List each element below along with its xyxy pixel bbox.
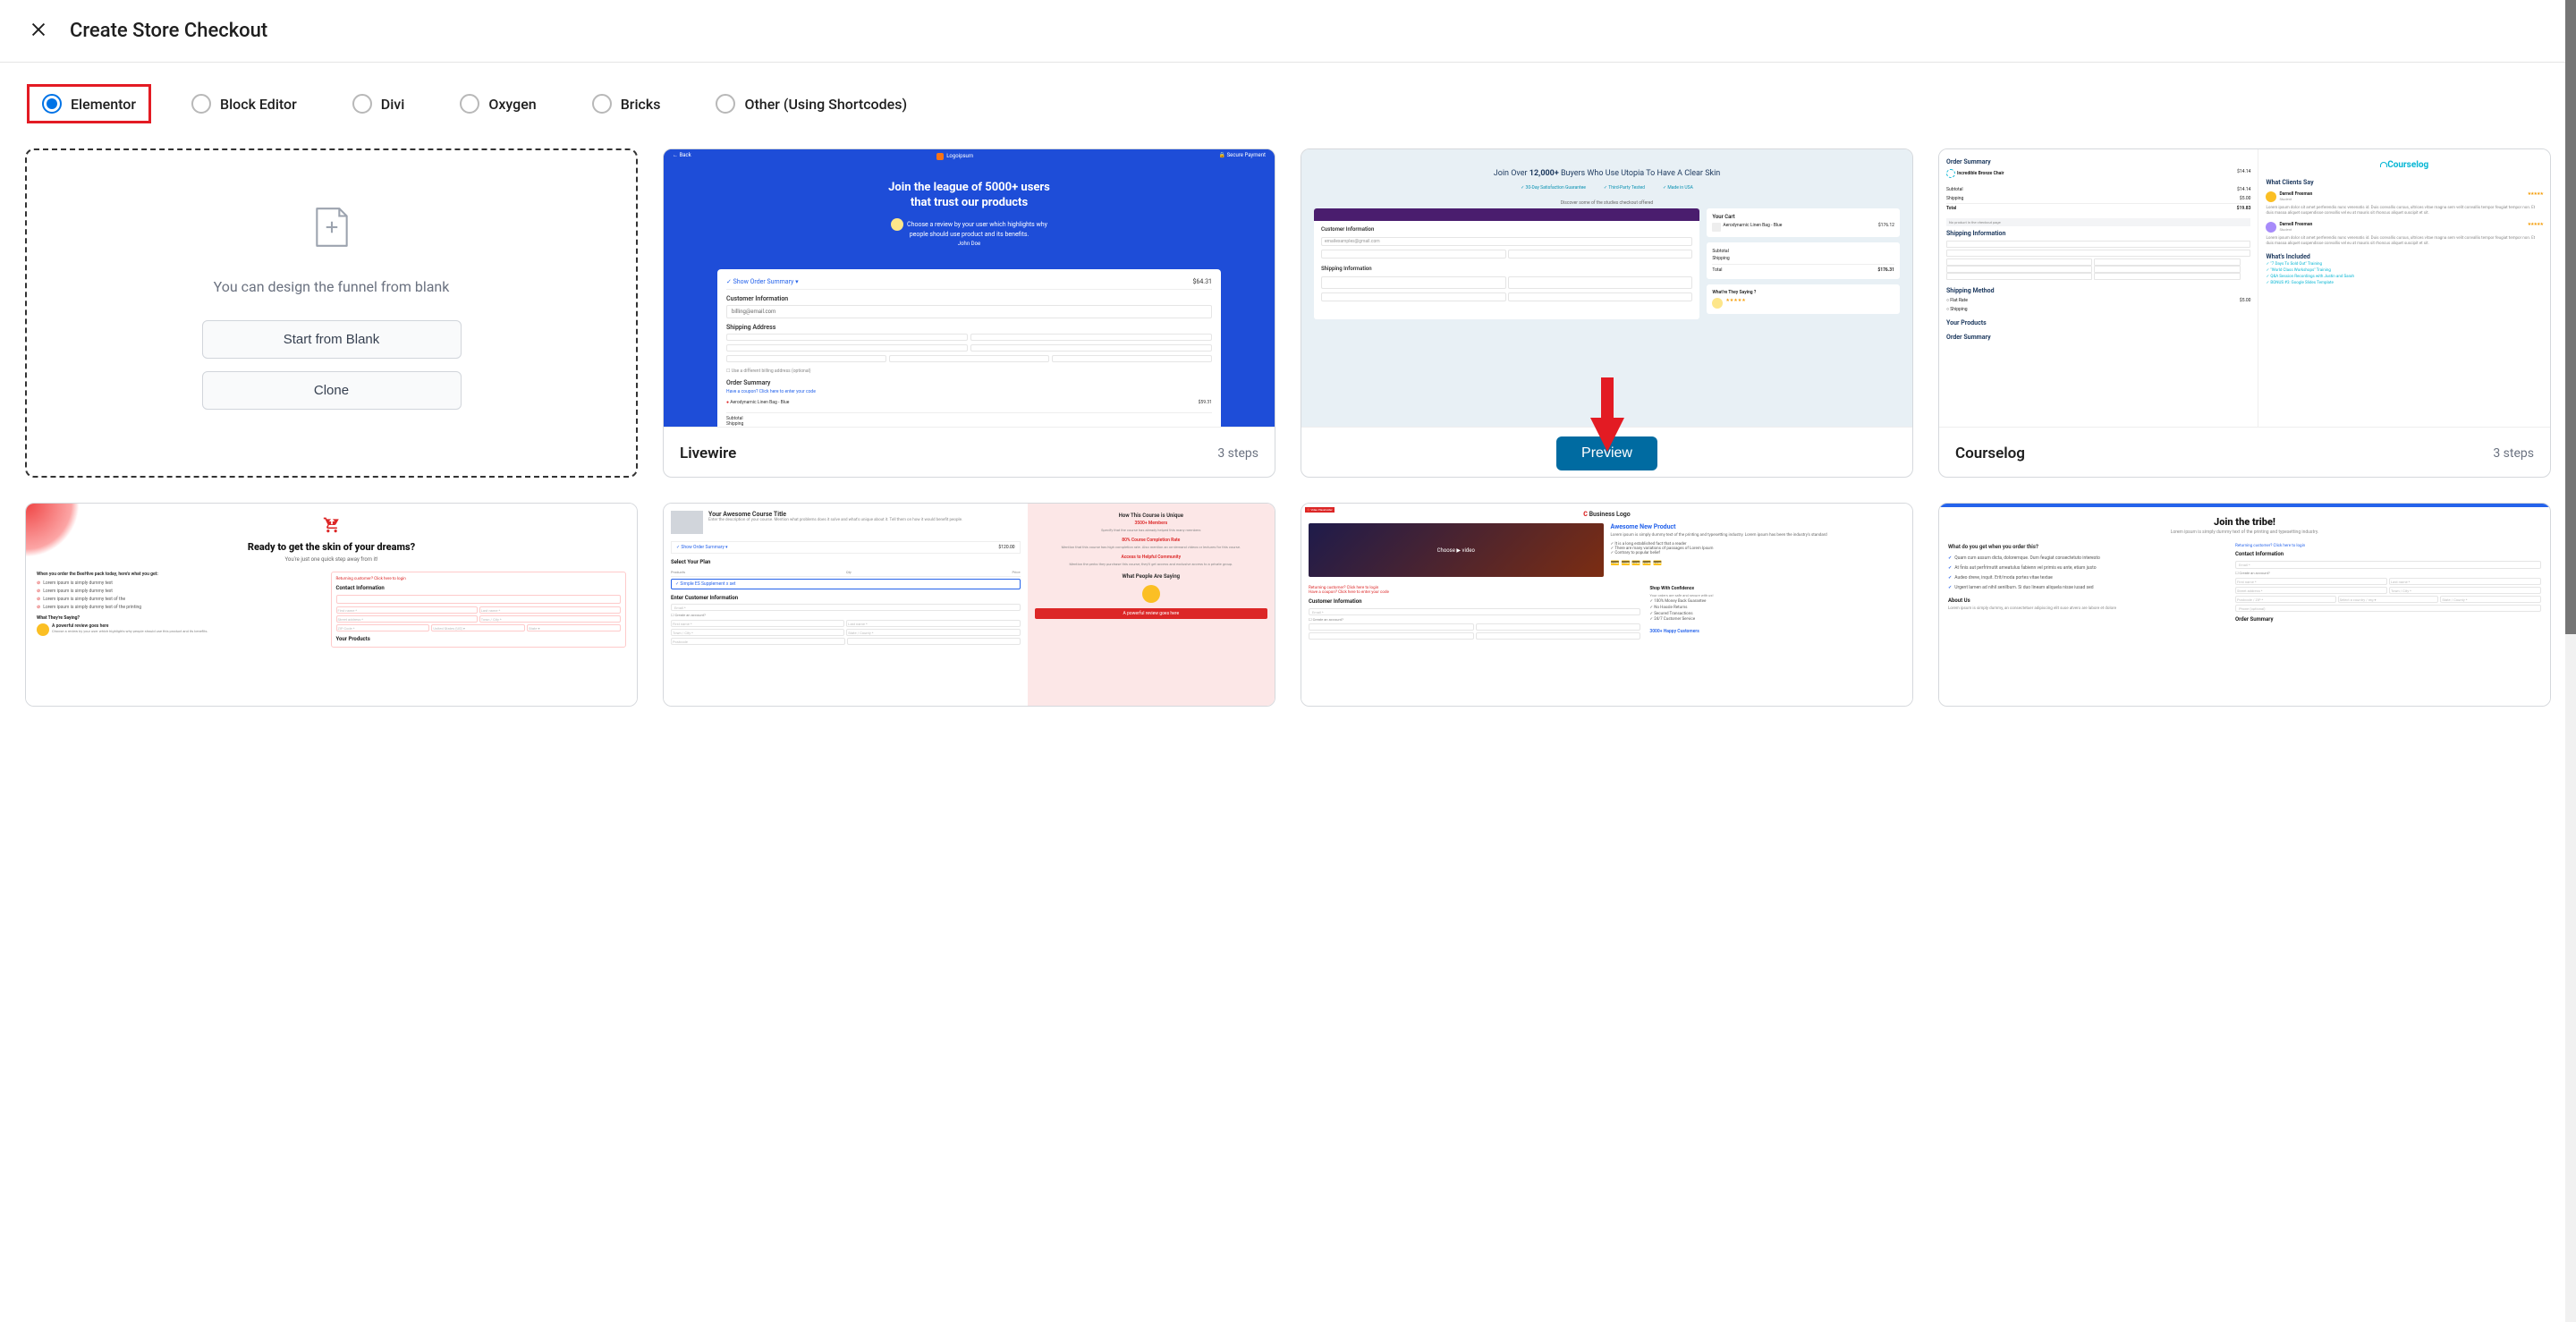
template-card-beehive[interactable]: Ready to get the skin of your dreams? Yo… xyxy=(25,503,638,707)
modal-header: Create Store Checkout xyxy=(0,0,2576,63)
page-title: Create Store Checkout xyxy=(70,20,267,42)
preview-button[interactable]: Preview xyxy=(1556,436,1657,470)
template-card-livewire[interactable]: ← Back Logoipsum 🔒 Secure Payment Join t… xyxy=(663,148,1275,478)
card-footer: Courselog 3 steps xyxy=(1939,427,2550,478)
template-steps: 3 steps xyxy=(2493,446,2534,461)
scrollbar[interactable] xyxy=(2565,0,2576,1322)
builder-tabs: Elementor Block Editor Divi Oxygen Brick… xyxy=(0,63,2576,148)
tab-oxygen[interactable]: Oxygen xyxy=(445,84,551,123)
tab-divi[interactable]: Divi xyxy=(337,84,420,123)
start-from-blank-button[interactable]: Start from Blank xyxy=(202,320,462,359)
template-preview: Join Over 12,000+ Buyers Who Use Utopia … xyxy=(1301,149,1912,427)
blank-description: You can design the funnel from blank xyxy=(214,278,450,295)
scrollbar-thumb[interactable] xyxy=(2565,0,2576,634)
tab-bricks[interactable]: Bricks xyxy=(577,84,676,123)
template-preview: ← Back Logoipsum 🔒 Secure Payment Join t… xyxy=(664,149,1275,427)
template-preview: Order Summary Incredible Bronze Chair$14… xyxy=(1939,149,2550,427)
template-card-utopia[interactable]: Join Over 12,000+ Buyers Who Use Utopia … xyxy=(1301,148,1913,478)
tab-label: Block Editor xyxy=(220,96,297,113)
radio-icon xyxy=(352,94,372,114)
tab-label: Divi xyxy=(381,96,405,113)
plus-document-icon xyxy=(309,205,354,278)
template-preview: Ready to get the skin of your dreams? Yo… xyxy=(26,504,637,707)
tab-label: Oxygen xyxy=(488,96,536,113)
template-name: Courselog xyxy=(1955,445,2025,462)
template-preview: Your Awesome Course Title Enter the desc… xyxy=(664,504,1275,707)
tab-label: Bricks xyxy=(621,96,661,113)
tab-label: Elementor xyxy=(71,96,136,113)
cart-icon xyxy=(33,511,630,538)
template-card-courselog[interactable]: Order Summary Incredible Bronze Chair$14… xyxy=(1938,148,2551,478)
tab-other[interactable]: Other (Using Shortcodes) xyxy=(700,84,922,123)
template-preview: Join the tribe! Lorem ipsum is simply du… xyxy=(1939,504,2550,707)
close-icon xyxy=(29,20,48,42)
template-preview: C Business Logo 🔴 Video Placeholder Choo… xyxy=(1301,504,1912,707)
template-card-course[interactable]: Your Awesome Course Title Enter the desc… xyxy=(663,503,1275,707)
tab-block-editor[interactable]: Block Editor xyxy=(176,84,312,123)
template-steps: 3 steps xyxy=(1217,446,1258,461)
blank-template-card: You can design the funnel from blank Sta… xyxy=(25,148,638,478)
template-name: Livewire xyxy=(680,445,736,462)
radio-icon xyxy=(42,94,62,114)
tab-elementor[interactable]: Elementor xyxy=(27,84,151,123)
radio-icon xyxy=(460,94,479,114)
tab-label: Other (Using Shortcodes) xyxy=(744,96,907,113)
clone-button[interactable]: Clone xyxy=(202,371,462,410)
template-card-awesome[interactable]: C Business Logo 🔴 Video Placeholder Choo… xyxy=(1301,503,1913,707)
card-footer: Preview xyxy=(1301,427,1912,478)
radio-icon xyxy=(191,94,211,114)
template-card-tribe[interactable]: Join the tribe! Lorem ipsum is simply du… xyxy=(1938,503,2551,707)
templates-grid: You can design the funnel from blank Sta… xyxy=(0,148,2576,742)
card-footer: Livewire 3 steps xyxy=(664,427,1275,478)
radio-icon xyxy=(592,94,612,114)
close-button[interactable] xyxy=(25,16,52,46)
radio-icon xyxy=(716,94,735,114)
